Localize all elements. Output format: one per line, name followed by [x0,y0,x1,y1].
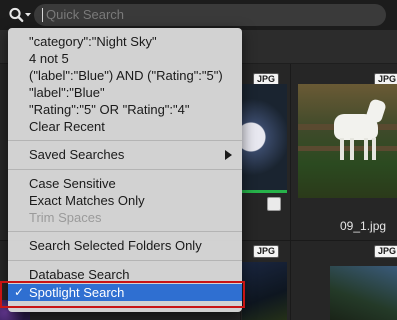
goat-leg [340,138,344,160]
jpg-badge: JPG [253,245,280,258]
goat-leg [364,138,368,160]
thumbnail-filename: 09_1.jpg [340,219,387,233]
goat-leg [350,138,354,160]
spotlight-search-label: Spotlight Search [29,285,125,300]
submenu-arrow-icon [225,150,232,160]
magnifier-dropdown-icon [9,7,31,23]
grid-divider [290,64,291,320]
jpg-badge: JPG [374,245,397,258]
search-options-menu: "category":"Night Sky" 4 not 5 ("label":… [8,28,242,312]
exact-matches-item[interactable]: Exact Matches Only [8,192,242,209]
database-search-item[interactable]: Database Search [8,266,242,283]
search-placeholder: Quick Search [46,7,125,22]
search-selected-folders-item[interactable]: Search Selected Folders Only [8,237,242,254]
spotlight-search-item[interactable]: ✓ Spotlight Search [8,284,242,301]
search-input[interactable]: Quick Search [34,4,386,26]
thumbnail-image[interactable] [242,84,287,190]
recent-search-item[interactable]: "category":"Night Sky" [8,33,242,50]
recent-search-item[interactable]: "Rating":"5" OR "Rating":"4" [8,101,242,118]
text-caret [42,8,43,22]
clear-recent-item[interactable]: Clear Recent [8,118,242,135]
saved-searches-label: Saved Searches [29,147,125,162]
recent-search-item[interactable]: "label":"Blue" [8,84,242,101]
menu-separator [8,140,242,141]
menu-separator [8,231,242,232]
thumbnail-image[interactable] [298,84,397,198]
thumbnail-image[interactable] [330,266,397,320]
recent-search-item[interactable]: 4 not 5 [8,50,242,67]
checkmark-icon: ✓ [14,285,25,299]
goat-leg [372,138,376,160]
menu-separator [8,260,242,261]
select-checkbox[interactable] [267,197,281,211]
recent-search-item[interactable]: ("label":"Blue") AND ("Rating":"5") [8,67,242,84]
thumbnail-image[interactable] [242,262,287,320]
search-toolbar: Quick Search [0,0,397,30]
fence-rail [298,146,397,151]
search-menu-button[interactable] [8,6,34,24]
label-color-bar [242,190,287,193]
case-sensitive-item[interactable]: Case Sensitive [8,175,242,192]
menu-separator [8,169,242,170]
trim-spaces-item: Trim Spaces [29,210,102,225]
saved-searches-item[interactable]: Saved Searches [8,146,242,163]
goat-head [364,98,388,124]
